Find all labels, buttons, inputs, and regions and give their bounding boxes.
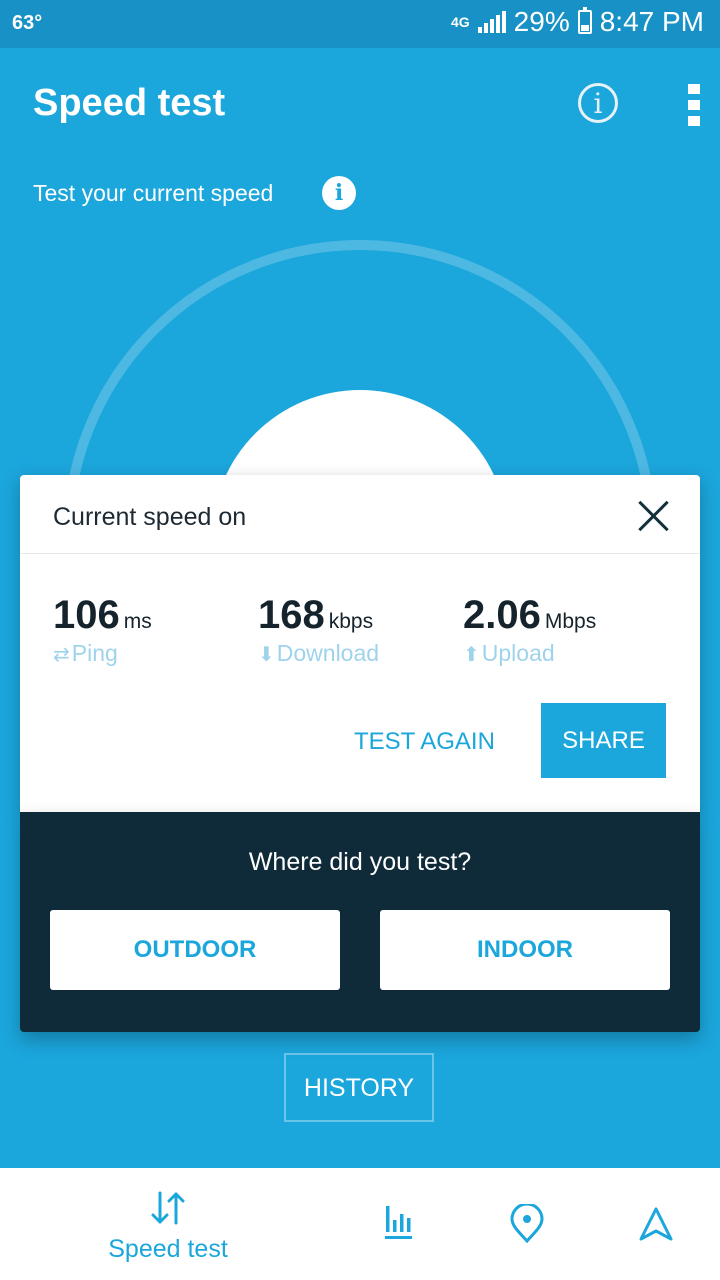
bottom-navigation: Speed test <box>0 1168 720 1280</box>
help-info-icon[interactable]: i <box>322 176 356 210</box>
test-location-panel: Where did you test? OUTDOOR INDOOR <box>20 812 700 1032</box>
nav-item-speed-test[interactable]: Speed test <box>100 1188 236 1264</box>
speed-test-icon <box>151 1191 185 1225</box>
bar-chart-icon <box>385 1206 412 1239</box>
history-button[interactable]: HISTORY <box>284 1053 434 1122</box>
network-type: 4G <box>450 13 470 30</box>
nav-speed-test-label: Speed test <box>108 1235 228 1263</box>
ping-value: 106 <box>53 593 120 637</box>
outdoor-button[interactable]: OUTDOOR <box>50 910 340 990</box>
subtitle: Test your current speed <box>33 180 274 206</box>
ping-metric: 106 ms ⇄Ping <box>53 593 152 667</box>
download-metric: 168 kbps ⬇Download <box>258 593 379 667</box>
battery-percent: 29% <box>513 6 570 37</box>
upload-label: Upload <box>481 640 555 666</box>
status-bar: 63° 4G 29% 8:47 PM <box>0 0 720 48</box>
download-label: Download <box>276 640 380 666</box>
ping-label: Ping <box>71 640 118 666</box>
dialog-title: Current speed on <box>53 503 247 531</box>
ping-unit: ms <box>123 610 152 633</box>
test-location-question: Where did you test? <box>248 848 472 876</box>
upload-metric: 2.06 Mbps ⬆Upload <box>463 593 596 667</box>
upload-arrow-icon: ⬆ <box>463 644 480 666</box>
page-title: Speed test <box>33 82 226 124</box>
download-value: 168 <box>258 593 325 637</box>
indoor-button[interactable]: INDOOR <box>380 910 670 990</box>
info-icon[interactable]: i <box>578 83 618 123</box>
divider <box>20 553 700 554</box>
status-icons: 4G 29% 8:47 PM <box>451 6 704 38</box>
navigation-arrow-icon <box>639 1207 673 1241</box>
battery-icon <box>577 7 592 34</box>
overflow-menu-icon[interactable] <box>688 84 702 126</box>
temperature: 63° <box>12 12 43 34</box>
upload-unit: Mbps <box>544 610 597 633</box>
test-again-button[interactable]: TEST AGAIN <box>354 728 495 756</box>
share-button[interactable]: SHARE <box>541 703 666 778</box>
signal-icon <box>477 11 506 33</box>
nav-item-map[interactable] <box>509 1202 545 1249</box>
download-unit: kbps <box>328 610 374 633</box>
nav-item-navigation[interactable] <box>638 1204 674 1249</box>
clock: 8:47 PM <box>599 6 704 37</box>
close-icon[interactable] <box>636 499 670 533</box>
nav-item-results[interactable] <box>384 1204 414 1249</box>
location-pin-icon <box>510 1202 544 1244</box>
result-dialog: Current speed on 106 ms ⇄Ping 168 kbps ⬇Do… <box>20 475 700 812</box>
download-arrow-icon: ⬇ <box>258 644 275 666</box>
ping-arrows-icon: ⇄ <box>53 644 70 666</box>
upload-value: 2.06 <box>463 593 541 637</box>
